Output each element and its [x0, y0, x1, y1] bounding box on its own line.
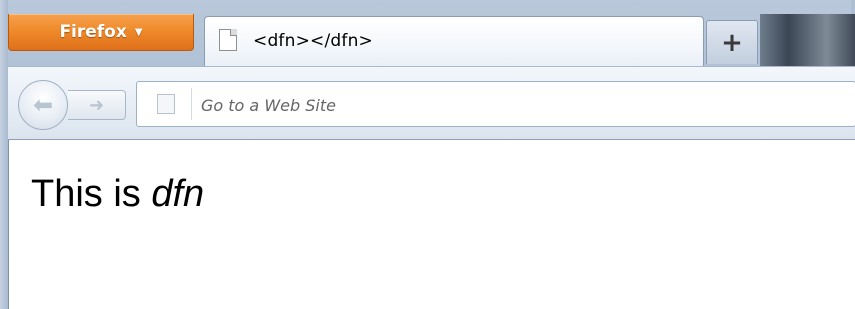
page-paragraph: This is dfn [31, 173, 204, 216]
chevron-down-icon: ▼ [134, 26, 143, 38]
firefox-menu-label: Firefox [59, 22, 127, 42]
paragraph-text: This is [31, 173, 152, 215]
address-bar-divider [191, 88, 192, 120]
back-arrow-icon: ⬅ [32, 91, 54, 119]
forward-arrow-icon: ➜ [88, 94, 105, 116]
address-bar[interactable] [136, 81, 855, 128]
forward-button[interactable]: ➜ [68, 90, 126, 120]
tab-title: <dfn></dfn> [253, 31, 374, 51]
page-content: This is dfn [8, 140, 855, 309]
dfn-element: dfn [151, 173, 205, 215]
titlebar-background [760, 14, 855, 70]
window-border-left [0, 0, 8, 309]
url-input[interactable] [199, 82, 803, 128]
back-button[interactable]: ⬅ [18, 80, 68, 130]
firefox-menu-button[interactable]: Firefox ▼ [8, 14, 194, 51]
site-identity-icon[interactable] [157, 94, 175, 114]
tab-dfn[interactable]: <dfn></dfn> [204, 16, 704, 66]
browser-window: Firefox ▼ <dfn></dfn> + ⬅ ➜ This is dfn [0, 0, 855, 309]
blank-page-icon [219, 29, 237, 51]
navigation-toolbar: ⬅ ➜ [8, 66, 855, 140]
new-tab-button[interactable]: + [706, 20, 758, 64]
